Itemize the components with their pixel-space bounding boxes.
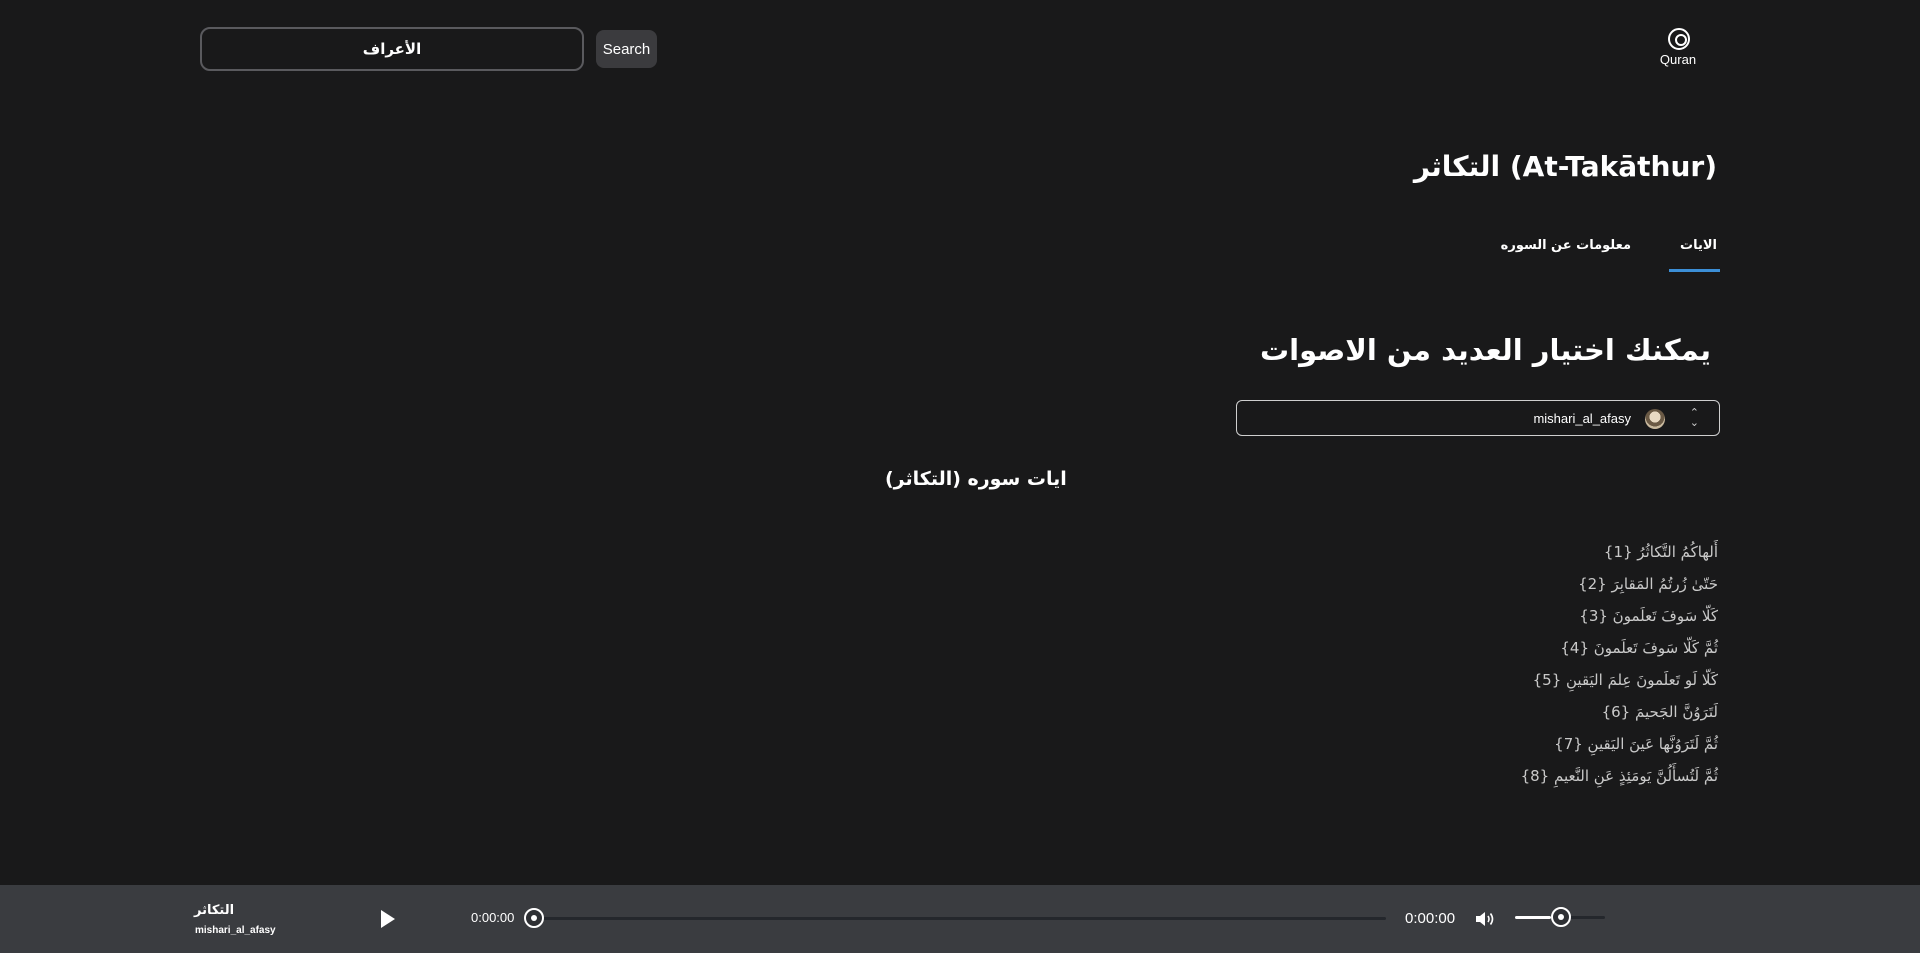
seek-thumb[interactable] bbox=[524, 908, 544, 928]
ayat-heading: ايات سوره (التكاثر) bbox=[885, 468, 1067, 490]
selected-reciter: mishari_al_afasy bbox=[1533, 411, 1631, 426]
ayah-item: لَتَرَوُنَّ الجَحيمَ {6} bbox=[1601, 703, 1718, 721]
ayah-item: كَلّا لَو تَعلَمونَ عِلمَ اليَقينِ {5} bbox=[1532, 671, 1718, 689]
ayah-item: أَلهاكُمُ التَّكاثُرُ {1} bbox=[1603, 543, 1718, 561]
surah-title: التكاثر (At-Takāthur) bbox=[1413, 150, 1717, 183]
tab-ayat[interactable]: الايات bbox=[1680, 238, 1717, 253]
play-icon bbox=[381, 910, 395, 928]
top-header: Search Quran bbox=[0, 0, 1920, 100]
search-input[interactable] bbox=[200, 27, 584, 71]
tab-surah-info[interactable]: معلومات عن السوره bbox=[1501, 238, 1631, 253]
play-button[interactable] bbox=[376, 907, 398, 931]
ayah-item: كَلّا سَوفَ تَعلَمونَ {3} bbox=[1579, 607, 1718, 625]
ayah-item: حَتّىٰ زُرتُمُ المَقابِرَ {2} bbox=[1578, 575, 1718, 593]
ayat-list: أَلهاكُمُ التَّكاثُرُ {1} حَتّىٰ زُرتُمُ… bbox=[1118, 536, 1718, 792]
quran-logo[interactable]: Quran bbox=[1650, 28, 1706, 74]
voices-heading: يمكنك اختيار العديد من الاصوات bbox=[1260, 333, 1711, 367]
ayah-item: ثُمَّ كَلّا سَوفَ تَعلَمونَ {4} bbox=[1560, 639, 1718, 657]
ayah-item: ثُمَّ لَتُسأَلُنَّ يَومَئِذٍ عَنِ النَّع… bbox=[1520, 767, 1718, 785]
total-time: 0:00:00 bbox=[1405, 910, 1456, 927]
volume-level bbox=[1515, 916, 1551, 919]
ayah-item: ثُمَّ لَتَرَوُنَّها عَينَ اليَقينِ {7} bbox=[1554, 735, 1718, 753]
chevron-up-down-icon: ⌃ ⌄ bbox=[1689, 406, 1699, 429]
volume-icon[interactable] bbox=[1474, 909, 1496, 929]
logo-text: Quran bbox=[1659, 52, 1697, 67]
active-tab-indicator bbox=[1669, 269, 1720, 272]
logo-icon bbox=[1668, 28, 1690, 50]
current-time: 0:00:00 bbox=[471, 910, 515, 925]
track-title: التكاثر bbox=[194, 903, 235, 918]
search-button[interactable]: Search bbox=[596, 30, 657, 68]
reciter-select[interactable]: ⌃ ⌄ mishari_al_afasy bbox=[1236, 400, 1720, 436]
speaker-icon bbox=[1476, 912, 1494, 926]
tab-bar: الايات معلومات عن السوره bbox=[1500, 228, 1720, 272]
audio-player-bar: التكاثر mishari_al_afasy 0:00:00 0:00:00 bbox=[0, 885, 1920, 953]
seek-bar[interactable] bbox=[533, 917, 1386, 920]
volume-thumb[interactable] bbox=[1551, 907, 1571, 927]
reciter-avatar bbox=[1645, 409, 1665, 429]
track-artist: mishari_al_afasy bbox=[195, 925, 276, 936]
